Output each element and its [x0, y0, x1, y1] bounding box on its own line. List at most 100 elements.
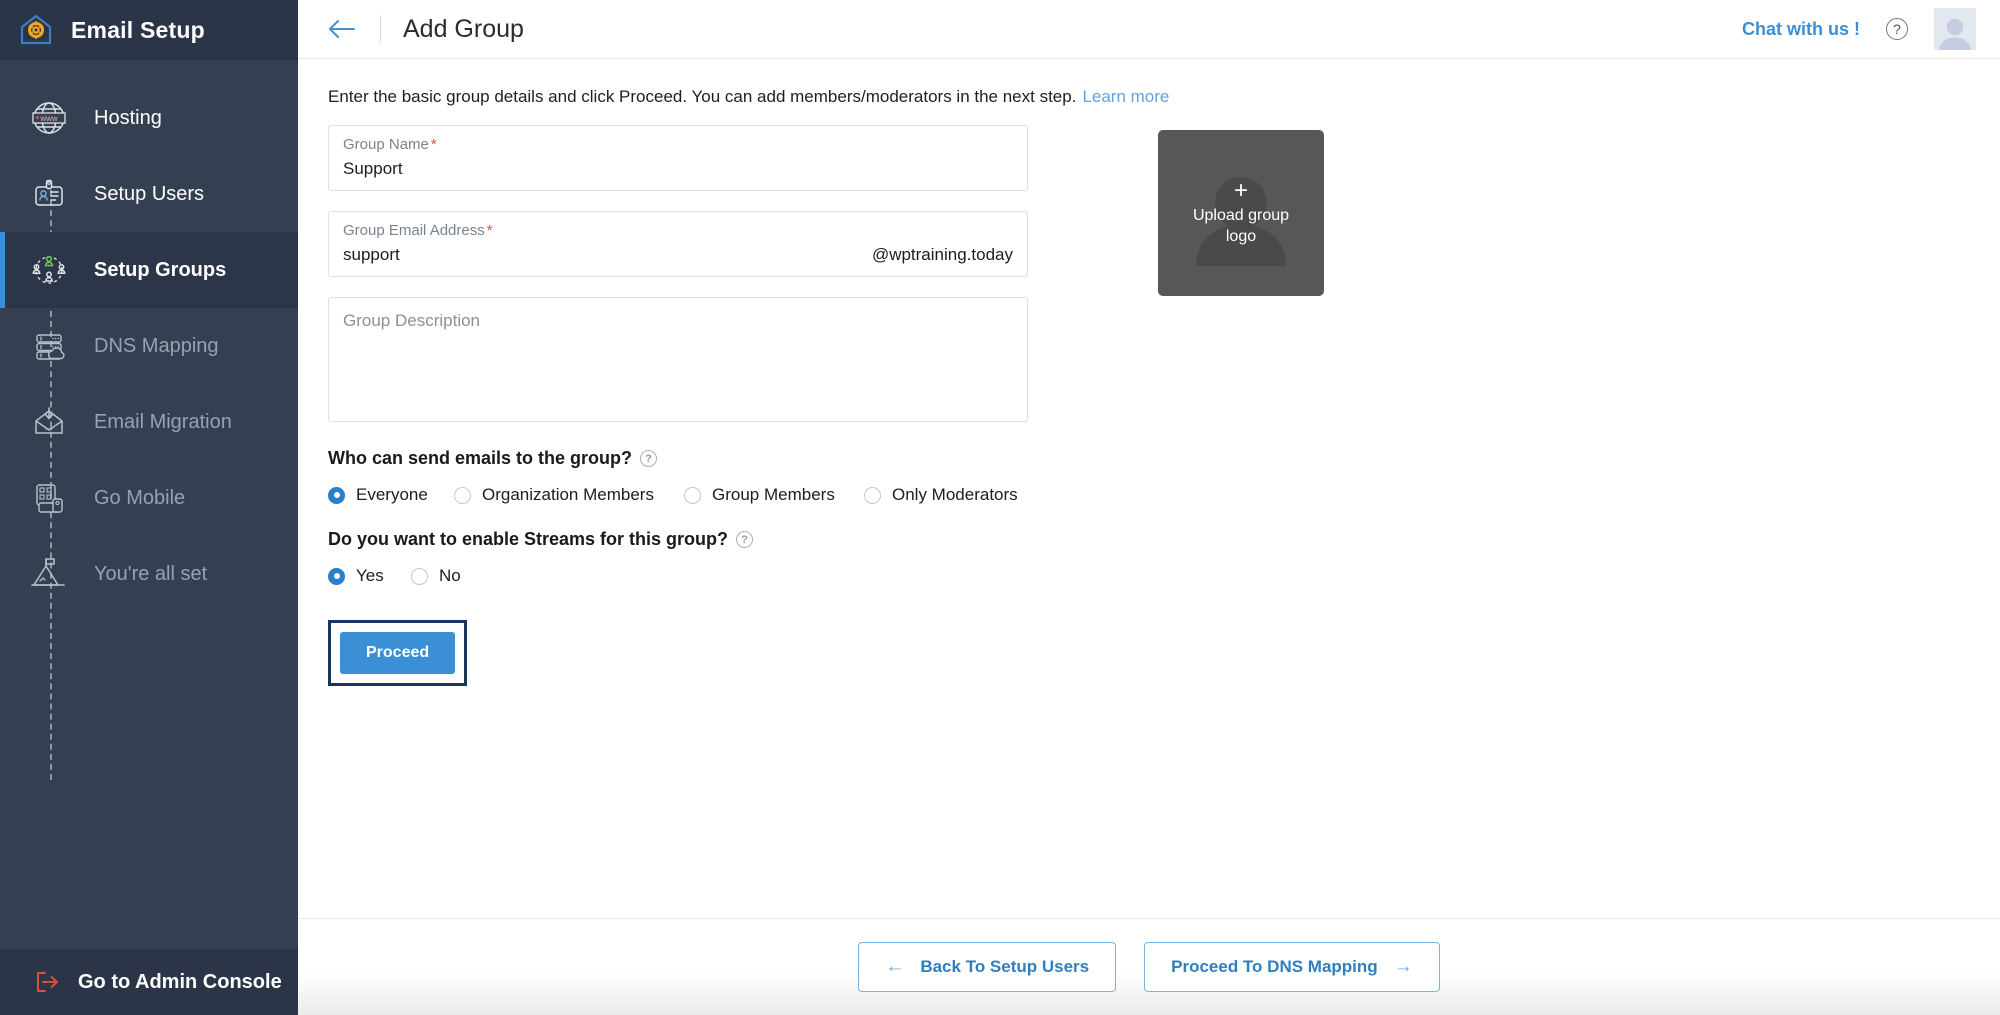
- enable-streams-radio-group: Yes No: [328, 566, 1028, 586]
- group-email-domain: @wptraining.today: [872, 245, 1013, 265]
- enable-streams-label: Do you want to enable Streams for this g…: [328, 529, 728, 550]
- back-to-setup-users-button[interactable]: ← Back To Setup Users: [858, 942, 1116, 992]
- instructions-main: Enter the basic group details and click …: [328, 87, 1076, 106]
- radio-option-everyone[interactable]: Everyone: [328, 485, 454, 505]
- form-column: Group Name* Support Group Email Address*…: [328, 125, 1028, 686]
- group-name-label: Group Name*: [343, 136, 1013, 153]
- radio-label: Yes: [356, 566, 384, 586]
- learn-more-link[interactable]: Learn more: [1082, 87, 1169, 106]
- sidebar-item-label: Setup Users: [94, 183, 204, 206]
- radio-option-yes[interactable]: Yes: [328, 566, 411, 586]
- proceed-button[interactable]: Proceed: [340, 632, 455, 674]
- sidebar-item-label: You're all set: [94, 563, 207, 586]
- proceed-to-dns-mapping-label: Proceed To DNS Mapping: [1171, 957, 1378, 977]
- back-arrow-icon[interactable]: [328, 18, 356, 40]
- group-email-field[interactable]: Group Email Address* support @wptraining…: [328, 211, 1028, 277]
- radio-indicator[interactable]: [411, 568, 428, 585]
- sidebar: Email Setup www Hosting: [0, 0, 298, 1015]
- question-mark-icon[interactable]: ?: [1886, 18, 1908, 40]
- chat-with-us-link[interactable]: Chat with us !: [1742, 19, 1860, 40]
- user-avatar-icon[interactable]: [1934, 8, 1976, 50]
- group-email-label: Group Email Address*: [343, 222, 1013, 239]
- radio-label: Group Members: [712, 485, 835, 505]
- sidebar-header: Email Setup: [0, 0, 298, 60]
- sidebar-title: Email Setup: [71, 17, 205, 44]
- proceed-button-focus-ring: Proceed: [328, 620, 467, 686]
- question-mark-icon[interactable]: ?: [736, 531, 753, 548]
- sidebar-item-email-migration[interactable]: Email Migration: [0, 384, 298, 460]
- sidebar-item-setup-groups[interactable]: Setup Groups: [0, 232, 298, 308]
- upload-label-line2: logo: [1226, 228, 1256, 245]
- arrow-right-icon: →: [1394, 956, 1413, 978]
- instructions-text: Enter the basic group details and click …: [328, 87, 2000, 107]
- sidebar-item-setup-users[interactable]: Setup Users: [0, 156, 298, 232]
- arrow-left-icon: ←: [885, 956, 904, 978]
- who-can-send-question: Who can send emails to the group? ?: [328, 448, 1028, 469]
- group-name-label-text: Group Name: [343, 136, 429, 153]
- sidebar-item-label: DNS Mapping: [94, 335, 219, 358]
- sidebar-nav: www Hosting Setup: [0, 60, 298, 949]
- radio-label: Only Moderators: [892, 485, 1018, 505]
- group-description-field[interactable]: Group Description: [328, 297, 1028, 422]
- plus-icon: +: [1193, 179, 1289, 203]
- radio-label: Everyone: [356, 485, 428, 505]
- group-name-value: Support: [343, 159, 403, 178]
- sidebar-item-label: Setup Groups: [94, 259, 226, 282]
- upload-group-logo-label: + Upload group logo: [1193, 179, 1289, 247]
- radio-indicator[interactable]: [864, 487, 881, 504]
- svg-text:www: www: [39, 114, 58, 123]
- group-description-placeholder: Group Description: [343, 311, 480, 330]
- server-cloud-icon: [26, 323, 72, 369]
- radio-indicator[interactable]: [454, 487, 471, 504]
- mobile-apps-icon: [26, 475, 72, 521]
- who-can-send-radio-group: Everyone Organization Members Group Memb…: [328, 485, 1028, 505]
- group-email-value-line: support @wptraining.today: [343, 245, 1013, 265]
- house-gear-icon: [18, 12, 54, 48]
- topbar-divider: [380, 15, 381, 43]
- group-name-field[interactable]: Group Name* Support: [328, 125, 1028, 191]
- who-can-send-label: Who can send emails to the group?: [328, 448, 632, 469]
- mountain-flag-icon: [26, 551, 72, 597]
- radio-option-organization-members[interactable]: Organization Members: [454, 485, 684, 505]
- form-and-upload-row: Group Name* Support Group Email Address*…: [298, 125, 2000, 686]
- go-to-admin-console-button[interactable]: Go to Admin Console: [0, 949, 298, 1015]
- sidebar-item-label: Hosting: [94, 107, 162, 130]
- topbar-actions: Chat with us ! ?: [1742, 8, 1976, 50]
- logout-arrow-icon: [34, 970, 60, 994]
- go-to-admin-console-label: Go to Admin Console: [78, 971, 282, 994]
- sidebar-item-hosting[interactable]: www Hosting: [0, 80, 298, 156]
- radio-indicator[interactable]: [684, 487, 701, 504]
- back-to-setup-users-label: Back To Setup Users: [920, 957, 1089, 977]
- proceed-to-dns-mapping-button[interactable]: Proceed To DNS Mapping →: [1144, 942, 1440, 992]
- sidebar-item-label: Go Mobile: [94, 487, 185, 510]
- radio-option-only-moderators[interactable]: Only Moderators: [864, 485, 1018, 505]
- envelope-import-icon: [26, 399, 72, 445]
- app-root: Email Setup www Hosting: [0, 0, 2000, 1015]
- sidebar-item-go-mobile[interactable]: Go Mobile: [0, 460, 298, 536]
- radio-label: Organization Members: [482, 485, 654, 505]
- page-title: Add Group: [403, 15, 524, 44]
- required-asterisk: *: [487, 222, 493, 239]
- enable-streams-question: Do you want to enable Streams for this g…: [328, 529, 1028, 550]
- question-mark-icon[interactable]: ?: [640, 450, 657, 467]
- wizard-footer: ← Back To Setup Users Proceed To DNS Map…: [298, 918, 2000, 1015]
- radio-indicator[interactable]: [328, 487, 345, 504]
- sidebar-item-youre-all-set[interactable]: You're all set: [0, 536, 298, 612]
- id-badge-user-icon: [26, 171, 72, 217]
- content-area: Enter the basic group details and click …: [298, 59, 2000, 918]
- radio-label: No: [439, 566, 461, 586]
- upload-label-line1: Upload group: [1193, 207, 1289, 224]
- topbar: Add Group Chat with us ! ?: [298, 0, 2000, 59]
- group-email-label-text: Group Email Address: [343, 222, 485, 239]
- group-email-value: support: [343, 245, 400, 265]
- globe-www-icon: www: [26, 95, 72, 141]
- upload-group-logo-button[interactable]: + Upload group logo: [1158, 130, 1324, 296]
- radio-option-no[interactable]: No: [411, 566, 461, 586]
- main-area: Add Group Chat with us ! ? Enter the bas…: [298, 0, 2000, 1015]
- required-asterisk: *: [431, 136, 437, 153]
- sidebar-item-label: Email Migration: [94, 411, 232, 434]
- radio-option-group-members[interactable]: Group Members: [684, 485, 864, 505]
- group-network-icon: [26, 247, 72, 293]
- radio-indicator[interactable]: [328, 568, 345, 585]
- sidebar-item-dns-mapping[interactable]: DNS Mapping: [0, 308, 298, 384]
